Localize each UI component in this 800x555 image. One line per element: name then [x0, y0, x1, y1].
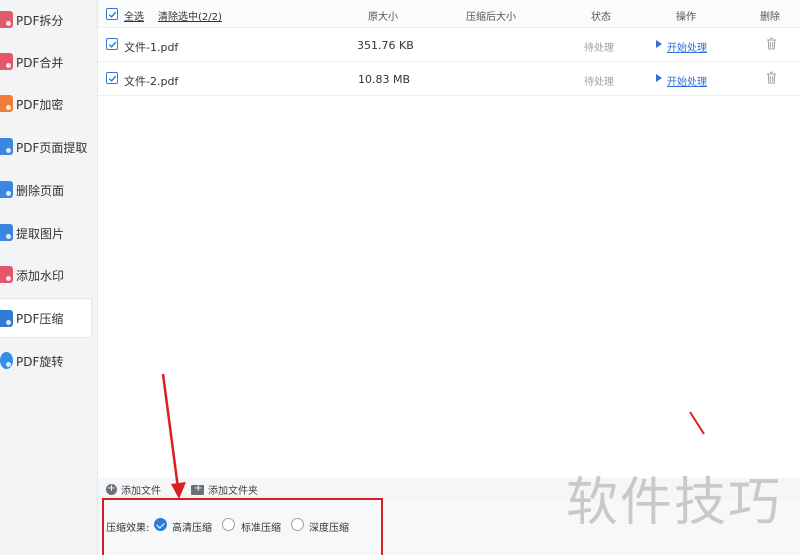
add-folder-label: 添加文件夹	[208, 486, 258, 497]
sidebar-item-label: PDF拆分	[16, 13, 64, 28]
trash-icon[interactable]	[766, 71, 777, 84]
sidebar-item-label: PDF合并	[16, 55, 64, 70]
file-size: 10.83 MB	[358, 73, 411, 86]
clear-selection-link[interactable]: 清除选中(2/2)	[158, 8, 222, 23]
play-icon[interactable]	[656, 40, 662, 48]
sidebar-item-delete-page[interactable]: 删除页面	[0, 170, 92, 210]
delete-page-icon	[0, 181, 13, 198]
col-action: 操作	[676, 12, 696, 23]
sidebar-item-label: 添加水印	[16, 268, 65, 283]
start-process-link[interactable]: 开始处理	[667, 39, 707, 54]
annotation-stroke	[689, 411, 705, 435]
sidebar-item-label: PDF加密	[16, 97, 64, 112]
table-row: 文件-2.pdf 10.83 MB 待处理 开始处理	[98, 62, 800, 96]
sidebar-item-pdf-compress[interactable]: PDF压缩	[0, 298, 92, 338]
annotation-highlight-box	[102, 498, 383, 555]
row-checkbox[interactable]	[106, 72, 118, 84]
sidebar-item-label: PDF旋转	[16, 354, 64, 369]
start-process-link[interactable]: 开始处理	[667, 73, 707, 88]
pdf-split-icon	[0, 11, 13, 28]
add-folder-button[interactable]: 添加文件夹	[191, 482, 258, 497]
sidebar-item-pdf-merge[interactable]: PDF合并	[0, 42, 92, 82]
sidebar-item-label: PDF压缩	[16, 311, 64, 326]
sidebar-item-watermark[interactable]: 添加水印	[0, 255, 92, 295]
col-delete: 删除	[760, 12, 780, 23]
file-name: 文件-1.pdf	[124, 41, 179, 54]
pdf-merge-icon	[0, 53, 13, 70]
sidebar-item-label: PDF页面提取	[16, 140, 88, 155]
add-file-label: 添加文件	[121, 486, 161, 497]
status-text: 待处理	[584, 43, 614, 54]
annotation-arrow	[161, 373, 180, 489]
sidebar: PDF拆分 PDF合并 PDF加密 PDF页面提取 删除页面 提取图片 添加水印…	[0, 0, 98, 555]
play-icon[interactable]	[656, 74, 662, 82]
add-file-button[interactable]: + 添加文件	[106, 482, 161, 497]
check-icon	[108, 75, 116, 82]
table-row: 文件-1.pdf 351.76 KB 待处理 开始处理	[98, 28, 800, 62]
page-extract-icon	[0, 138, 13, 155]
pdf-compress-icon	[0, 310, 13, 327]
row-checkbox[interactable]	[106, 38, 118, 50]
check-icon	[108, 11, 116, 18]
watermark-text: 软件技巧	[566, 473, 783, 533]
select-all-link[interactable]: 全选	[124, 8, 144, 23]
select-all-checkbox[interactable]	[106, 8, 118, 20]
pdf-rotate-icon	[0, 352, 13, 369]
sidebar-item-pdf-encrypt[interactable]: PDF加密	[0, 84, 92, 124]
add-folder-icon	[191, 483, 204, 495]
sidebar-item-label: 删除页面	[16, 183, 65, 198]
sidebar-item-extract-image[interactable]: 提取图片	[0, 213, 92, 253]
pdf-encrypt-icon	[0, 95, 13, 112]
col-status: 状态	[591, 12, 611, 23]
plus-circle-icon: +	[106, 483, 117, 495]
sidebar-item-label: 提取图片	[16, 226, 65, 241]
file-table-header: 全选 清除选中(2/2) 原大小 压缩后大小 状态 操作 删除	[98, 0, 800, 28]
check-icon	[108, 41, 116, 48]
sidebar-item-pdf-rotate[interactable]: PDF旋转	[0, 341, 92, 381]
watermark-icon	[0, 266, 13, 283]
col-original-size: 原大小	[368, 12, 398, 23]
sidebar-item-page-extract[interactable]: PDF页面提取	[0, 127, 92, 167]
status-text: 待处理	[584, 77, 614, 88]
extract-image-icon	[0, 224, 13, 241]
file-name: 文件-2.pdf	[124, 75, 179, 88]
file-size: 351.76 KB	[357, 39, 414, 52]
col-compressed-size: 压缩后大小	[466, 12, 516, 23]
sidebar-item-pdf-split[interactable]: PDF拆分	[0, 0, 92, 40]
trash-icon[interactable]	[766, 37, 777, 50]
